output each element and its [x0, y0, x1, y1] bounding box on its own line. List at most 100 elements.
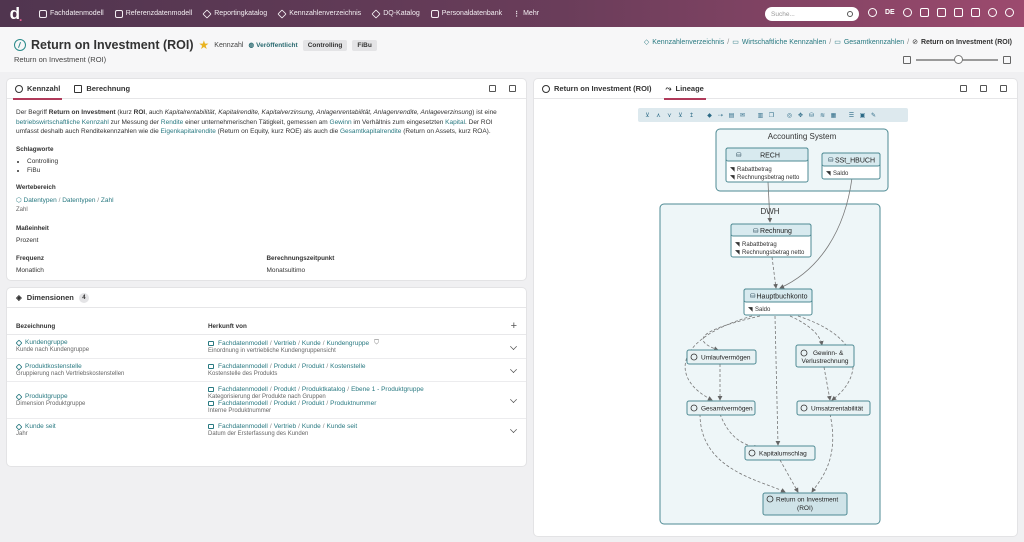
node-icon[interactable]: ◆ — [705, 111, 714, 120]
tab-kennzahl[interactable]: Kennzahl — [12, 79, 63, 100]
layout-icon[interactable]: ▥ — [756, 111, 765, 120]
node-umsatzrentabilitaet[interactable]: Umsatzrentabilität — [796, 400, 871, 416]
tag-controlling[interactable]: Controlling — [302, 39, 348, 51]
origin-path[interactable]: Fachdatenmodell / Produkt / Produkt / Produktn… — [208, 400, 424, 407]
columns-icon[interactable] — [980, 85, 987, 92]
id-card-icon[interactable] — [919, 8, 929, 17]
tag-fibu[interactable]: FiBu — [352, 39, 377, 51]
grid-icon[interactable] — [936, 8, 946, 17]
nav-item-dq-katalog[interactable]: DQ-Katalog — [371, 8, 420, 19]
column-header: Bezeichnung — [16, 322, 56, 330]
breadcrumb-item[interactable]: Wirtschaftliche Kennzahlen — [742, 39, 826, 46]
node-hauptbuchkonto[interactable]: ⛁ Hauptbuchkonto ◥ Saldo — [743, 288, 813, 316]
bell-icon[interactable] — [987, 8, 997, 17]
home-icon[interactable] — [953, 8, 963, 17]
print-icon[interactable] — [960, 85, 967, 92]
pencil-icon[interactable]: ✎ — [869, 111, 878, 120]
tab-berechnung[interactable]: Berechnung — [74, 79, 130, 99]
grid-icon[interactable]: ▣ — [858, 111, 867, 120]
dimension-name[interactable]: Produktgruppe — [15, 393, 208, 400]
add-dimension-button[interactable]: + — [511, 320, 517, 332]
share-icon[interactable] — [970, 8, 980, 17]
nav-item-reportingkatalog[interactable]: Reportingkatalog — [202, 8, 267, 19]
filter-down-icon[interactable]: ⋎ — [665, 111, 674, 120]
node-gesamtvermoegen[interactable]: Gesamtvermögen — [686, 400, 756, 416]
value-range-sub: Zahl — [16, 207, 28, 213]
nav-item-referenzdatenmodell[interactable]: Referenzdatenmodell — [114, 9, 192, 18]
nav-item-mehr[interactable]: ⋮ Mehr — [513, 10, 539, 18]
link-rendite[interactable]: Rendite — [161, 119, 183, 126]
search-icon[interactable] — [847, 11, 853, 17]
slider-knob[interactable] — [954, 55, 963, 64]
expand-icon[interactable] — [1000, 85, 1007, 92]
node-kapitalumschlag[interactable]: Kapitalumschlag — [744, 445, 816, 461]
tab-roi[interactable]: Return on Investment (ROI) — [542, 79, 652, 99]
link-kennzahl[interactable]: betriebswirtschaftliche Kennzahl — [16, 119, 109, 126]
calc-time-label: Berechnungszeitpunkt — [266, 254, 335, 262]
target-icon[interactable]: ◎ — [785, 111, 794, 120]
language-switch[interactable]: DE — [885, 9, 895, 16]
nav-item-fachdatenmodell[interactable]: Fachdatenmodell — [39, 9, 104, 18]
dimension-sub: Dimension Produktgruppe — [16, 401, 86, 407]
value-range-path[interactable]: ⬡ Datentypen / Datentypen / Zahl — [16, 196, 517, 206]
kennzahl-icon — [542, 84, 550, 93]
app-logo[interactable]: d. — [4, 0, 28, 27]
layers-icon[interactable]: ≋ — [818, 111, 827, 120]
edit-icon[interactable] — [510, 342, 517, 350]
nav-item-personaldatenbank[interactable]: Personaldatenbank — [430, 9, 502, 18]
edit-icon[interactable] — [510, 426, 517, 433]
filter-up-icon[interactable]: ⋏ — [654, 111, 663, 120]
search-input[interactable]: Suche... — [765, 7, 859, 21]
breadcrumb-item[interactable]: Gesamtkennzahlen — [844, 39, 904, 46]
nav-item-kennzahlenverzeichnis[interactable]: Kennzahlenverzeichnis — [277, 8, 361, 19]
link-gesamtkapitalrendite[interactable]: Gesamtkapitalrendite — [340, 128, 401, 135]
chart-icon[interactable]: ▦ — [829, 111, 838, 120]
mail-icon[interactable]: ✉ — [738, 111, 747, 120]
node-gewinn-verlustrechnung[interactable]: Gewinn- & Verlustrechnung — [795, 344, 855, 368]
filter-icon[interactable]: ⊻ — [643, 111, 652, 120]
breadcrumb-item[interactable]: Kennzahlenverzeichnis — [652, 39, 724, 46]
dimension-name[interactable]: Kundengruppe — [15, 339, 208, 346]
edit-icon[interactable] — [510, 396, 517, 403]
origin-path[interactable]: Fachdatenmodell / Vertrieb / Kunde / Kunde sei… — [208, 423, 357, 430]
user-icon[interactable] — [1004, 8, 1014, 17]
tag-icon — [208, 364, 214, 369]
nav-item-label: Mehr — [523, 10, 540, 17]
edit-icon[interactable] — [510, 366, 517, 373]
list-icon[interactable]: ☰ — [847, 111, 856, 120]
tab-lineage[interactable]: ⤳ Lineage — [663, 79, 707, 100]
node-rechnung[interactable]: ⛁ Rechnung ◥ Rabattbetrag ◥ Rechnungsbet… — [730, 223, 812, 258]
link-eigenkapitalrendite[interactable]: Eigenkapitalrendite — [161, 128, 216, 135]
link-kapital[interactable]: Kapital — [445, 119, 465, 126]
layout-slider-row — [903, 55, 1011, 64]
node-roi[interactable]: Return on Investment (ROI) — [762, 492, 848, 516]
dimension-name[interactable]: Produktkostenstelle — [15, 363, 208, 370]
origin-path[interactable]: Fachdatenmodell / Produkt / Produktkatalog / E… — [208, 386, 424, 393]
dimension-sub: Jahr — [16, 431, 28, 437]
origin-path[interactable]: Fachdatenmodell / Produkt / Produkt / Kostenst… — [208, 363, 366, 370]
arrow-right-icon[interactable]: ⇢ — [716, 111, 725, 120]
layout-slider[interactable] — [916, 55, 998, 64]
node-rech[interactable]: ⛁ RECH ◥ Rabattbetrag ◥ Rechnungsbetrag … — [725, 147, 809, 183]
filter-icon[interactable]: ⊻ — [676, 111, 685, 120]
edit-icon[interactable] — [509, 85, 516, 92]
upstream-icon[interactable]: ↥ — [687, 111, 696, 120]
star-icon[interactable]: ★ — [199, 38, 210, 52]
dimension-name[interactable]: Kunde seit — [15, 423, 208, 430]
copy-icon[interactable]: ❐ — [767, 111, 776, 120]
database-icon[interactable]: ⛁ — [807, 111, 816, 120]
link-gewinn[interactable]: Gewinn — [330, 119, 352, 126]
history-icon[interactable] — [902, 8, 912, 17]
split-pane-icon[interactable] — [1003, 56, 1011, 64]
nav-item-label: DQ-Katalog — [383, 10, 420, 17]
origin-path[interactable]: Fachdatenmodell / Vertrieb / Kunde / Kundengru… — [208, 339, 379, 347]
table-icon[interactable]: ▤ — [727, 111, 736, 120]
help-icon[interactable] — [868, 8, 877, 17]
export-icon[interactable] — [489, 85, 496, 92]
single-pane-icon[interactable] — [903, 56, 911, 64]
node-umlaufvermoegen[interactable]: Umlaufvermögen — [686, 349, 757, 365]
compass-icon[interactable]: ✥ — [796, 111, 805, 120]
node-sst-hbuch[interactable]: ⛁ SSt_HBUCH ◥ Saldo — [821, 152, 881, 180]
node-title: Gesamtvermögen — [701, 406, 753, 413]
status-label: Veröffentlicht — [256, 41, 298, 49]
